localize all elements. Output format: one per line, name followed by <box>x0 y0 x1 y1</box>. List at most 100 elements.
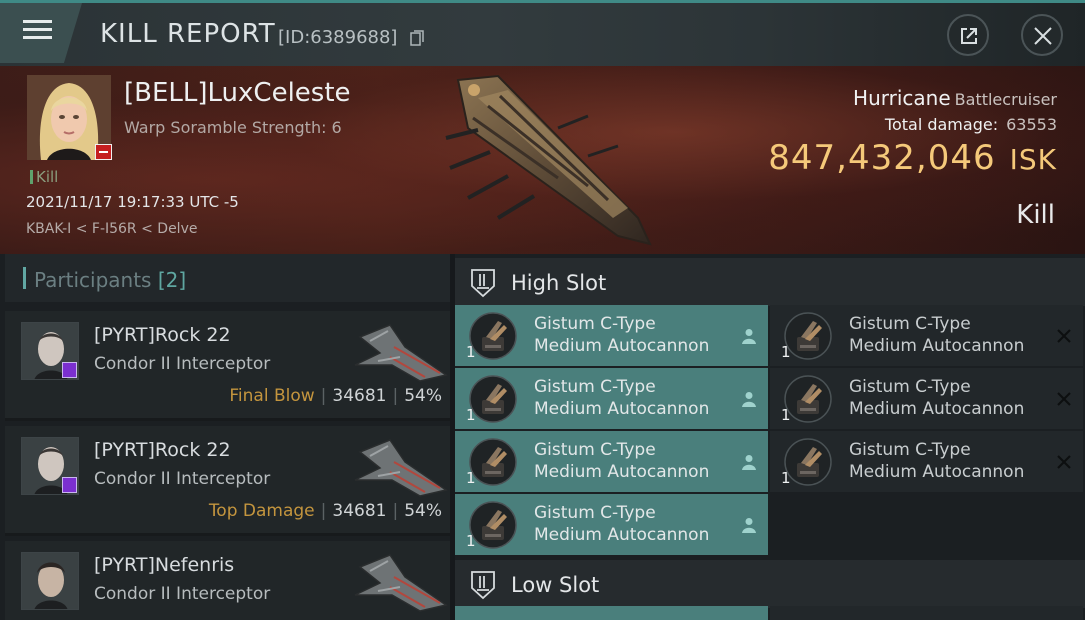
module-name-line2: Medium Autocannon <box>849 462 1025 482</box>
victim-summary: [BELL]LuxCeleste Warp Soramble Strength:… <box>0 66 1085 254</box>
participant-card[interactable]: [PYRT]Rock 22 Condor II Interceptor Top … <box>5 426 450 536</box>
destroyed-icon <box>1057 329 1071 343</box>
high-slot-module[interactable]: 1 Gistum C-Type Medium Autocannon <box>770 305 1083 366</box>
participant-ship-image <box>354 554 448 612</box>
participant-role: Final Blow <box>229 386 315 406</box>
low-slot-icon <box>471 571 495 600</box>
close-button[interactable] <box>1021 14 1063 56</box>
alliance-badge <box>62 362 77 378</box>
module-name-line2: Medium Autocannon <box>849 336 1025 356</box>
close-icon <box>1034 27 1052 45</box>
participant-portrait <box>21 552 79 610</box>
kill-location[interactable]: KBAK-I < F-I56R < Delve <box>26 221 197 237</box>
victim-subtitle: Warp Soramble Strength: 6 <box>124 118 342 137</box>
hamburger-icon <box>23 20 52 23</box>
isk-value: 847,432,046 ISK <box>768 138 1057 178</box>
module-name: Gistum C-Type Medium Autocannon <box>849 313 1049 357</box>
participant-card[interactable]: [PYRT]Nefenris Condor II Interceptor <box>5 541 450 620</box>
module-name: Gistum C-Type Medium Autocannon <box>849 376 1049 420</box>
participant-stats: Top Damage | 34681 | 54% <box>209 501 442 521</box>
low-slot-label: Low Slot <box>511 573 600 597</box>
alliance-badge <box>62 477 77 493</box>
module-name-line2: Medium Autocannon <box>534 525 710 545</box>
high-slot-module[interactable]: 1 Gistum C-Type Medium Autocannon <box>770 368 1083 429</box>
low-slot-module[interactable] <box>770 606 1083 620</box>
participant-name: [PYRT]Rock 22 <box>94 324 231 346</box>
dropped-icon <box>742 392 756 407</box>
total-damage: Total damage: 63553 <box>885 115 1057 134</box>
participant-name: [PYRT]Rock 22 <box>94 439 231 461</box>
header-accent <box>23 267 26 289</box>
participant-ship-image <box>354 439 448 497</box>
kill-type: Kill <box>1016 200 1055 230</box>
destroyed-icon <box>1057 455 1071 469</box>
participant-role: Top Damage <box>208 501 315 521</box>
high-slot-module[interactable]: 1 Gistum C-Type Medium Autocannon <box>455 368 768 429</box>
module-name-line2: Medium Autocannon <box>534 462 710 482</box>
module-quantity: 1 <box>781 343 791 361</box>
stats-separator: | <box>392 386 399 406</box>
dropped-icon <box>742 329 756 344</box>
dropped-icon <box>742 518 756 533</box>
module-name-line2: Medium Autocannon <box>849 399 1025 419</box>
kill-tag: Kill <box>30 168 58 186</box>
ship-name: Hurricane <box>853 86 951 110</box>
module-name: Gistum C-Type Medium Autocannon <box>534 502 734 546</box>
page-title: KILL REPORT <box>100 19 276 49</box>
module-name-line1: Gistum C-Type <box>534 314 656 334</box>
participants-header[interactable]: Participants [2] <box>5 254 450 302</box>
module-name-line1: Gistum C-Type <box>534 503 656 523</box>
low-slot-module[interactable] <box>455 606 768 620</box>
participant-ship: Condor II Interceptor <box>94 469 271 489</box>
participant-ship-image <box>354 324 448 382</box>
participants-panel: Participants [2] [PYRT]Rock 22 Condor II… <box>0 254 450 620</box>
module-name: Gistum C-Type Medium Autocannon <box>534 376 734 420</box>
stats-separator: | <box>320 501 327 521</box>
low-slot-header[interactable]: Low Slot <box>455 560 1085 608</box>
external-link-button[interactable] <box>947 14 989 56</box>
module-name-line1: Gistum C-Type <box>849 314 971 334</box>
high-slot-module[interactable]: 1 Gistum C-Type Medium Autocannon <box>455 431 768 492</box>
high-slot-icon <box>471 269 495 298</box>
module-quantity: 1 <box>466 406 476 424</box>
module-name: Gistum C-Type Medium Autocannon <box>534 313 734 357</box>
module-name-line1: Gistum C-Type <box>534 440 656 460</box>
module-name: Gistum C-Type Medium Autocannon <box>849 439 1049 483</box>
total-damage-label: Total damage: <box>884 115 999 134</box>
high-slot-module[interactable]: 1 Gistum C-Type Medium Autocannon <box>770 431 1083 492</box>
hamburger-icon-bar <box>23 36 52 39</box>
module-name-line1: Gistum C-Type <box>849 440 971 460</box>
victim-ship[interactable]: Hurricane Battlecruiser <box>853 86 1057 110</box>
participant-stats: Final Blow | 34681 | 54% <box>229 386 442 406</box>
stats-separator: | <box>320 386 327 406</box>
menu-button[interactable] <box>0 3 82 63</box>
participants-count: [2] <box>157 268 187 292</box>
title-bar: KILL REPORT [ID:6389688] <box>0 0 1085 66</box>
total-damage-value: 63553 <box>1006 115 1057 134</box>
participant-ship: Condor II Interceptor <box>94 584 271 604</box>
participant-percent: 54% <box>404 386 442 406</box>
destroyed-icon <box>1057 392 1071 406</box>
participants-title: Participants [2] <box>34 268 186 292</box>
fitting-panel: High Slot 1 Gistum C-Type Medium Autocanno… <box>455 254 1085 620</box>
ship-class: Battlecruiser <box>954 90 1057 109</box>
victim-name[interactable]: [BELL]LuxCeleste <box>124 78 351 108</box>
high-slot-module[interactable]: 1 Gistum C-Type Medium Autocannon <box>455 305 768 366</box>
module-name-line1: Gistum C-Type <box>534 377 656 397</box>
participant-name: [PYRT]Nefenris <box>94 554 235 576</box>
stats-separator: | <box>392 501 399 521</box>
participant-percent: 54% <box>404 501 442 521</box>
module-name-line2: Medium Autocannon <box>534 399 710 419</box>
participant-card[interactable]: [PYRT]Rock 22 Condor II Interceptor Fina… <box>5 311 450 421</box>
participant-damage: 34681 <box>332 386 387 406</box>
module-name-line1: Gistum C-Type <box>849 377 971 397</box>
victim-ship-image[interactable] <box>438 68 663 248</box>
kill-timestamp: 2021/11/17 19:17:33 UTC -5 <box>26 193 239 211</box>
high-slot-module[interactable]: 1 Gistum C-Type Medium Autocannon <box>455 494 768 555</box>
copy-icon[interactable] <box>410 30 424 46</box>
high-slot-header[interactable]: High Slot <box>455 258 1085 306</box>
module-name: Gistum C-Type Medium Autocannon <box>534 439 734 483</box>
module-quantity: 1 <box>781 469 791 487</box>
module-quantity: 1 <box>781 406 791 424</box>
isk-amount: 847,432,046 <box>768 138 996 178</box>
